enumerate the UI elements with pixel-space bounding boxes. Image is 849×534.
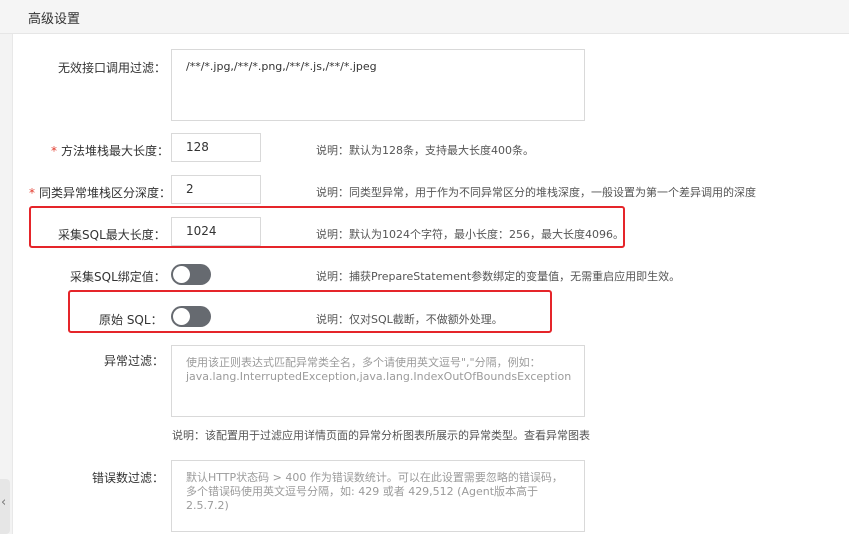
section-header: 高级设置 — [0, 0, 849, 34]
section-title: 高级设置 — [28, 12, 81, 27]
exception-filter-desc: 说明：该配置用于过滤应用详情页面的异常分析图表所展示的异常类型。查看异常图表 — [172, 429, 590, 442]
invalid-api-filter-label: 无效接口调用过滤： — [58, 61, 167, 75]
highlight-box-sql-max-length — [29, 206, 625, 248]
required-mark: * — [29, 186, 35, 200]
exception-filter-label: 异常过滤： — [104, 354, 165, 368]
method-stack-max-input[interactable]: 128 — [171, 133, 261, 162]
side-collapse-tab[interactable]: ‹ — [0, 479, 10, 534]
error-code-filter-textarea[interactable]: 默认HTTP状态码 > 400 作为错误数统计。可以在此设置需要忽略的错误码，多… — [171, 460, 585, 532]
toggle-knob — [173, 266, 190, 283]
required-mark: * — [51, 144, 57, 158]
sql-bind-values-desc: 说明：捕获PrepareStatement参数绑定的变量值，无需重启应用即生效。 — [316, 270, 681, 283]
method-stack-max-label: * 方法堆栈最大长度： — [51, 144, 170, 158]
exception-filter-textarea[interactable]: 使用该正则表达式匹配异常类全名，多个请使用英文逗号","分隔，例如：java.l… — [171, 345, 585, 417]
same-exception-depth-desc: 说明：同类型异常，用于作为不同异常区分的堆栈深度，一般设置为第一个差异调用的深度 — [316, 186, 756, 199]
chevron-left-icon: ‹ — [1, 495, 7, 510]
invalid-api-filter-textarea[interactable]: /**/*.jpg,/**/*.png,/**/*.js,/**/*.jpeg — [171, 49, 585, 121]
sql-bind-values-label: 采集SQL绑定值： — [70, 270, 166, 284]
same-exception-depth-input[interactable]: 2 — [171, 175, 261, 204]
highlight-box-raw-sql — [68, 290, 552, 333]
sql-bind-values-toggle[interactable] — [171, 264, 211, 285]
same-exception-depth-label: * 同类异常堆栈区分深度： — [29, 186, 172, 200]
method-stack-max-desc: 说明：默认为128条，支持最大长度400条。 — [316, 144, 534, 157]
error-code-filter-label: 错误数过滤： — [92, 471, 165, 485]
